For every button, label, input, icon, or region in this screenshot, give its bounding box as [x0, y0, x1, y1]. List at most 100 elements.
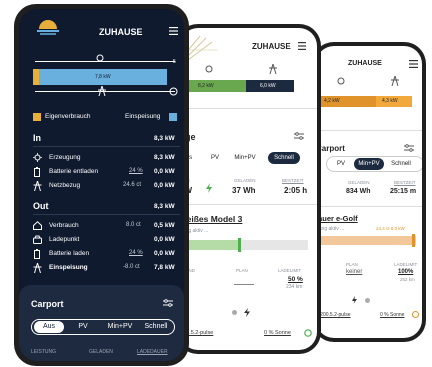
back-col-bestzeit[interactable]: BESTZEIT: [394, 180, 416, 185]
mid-car-name[interactable]: weißes Model 3: [180, 214, 242, 224]
front-screen: ZUHAUSE 5 7,8 kW Eigenverbrauch Einspeis…: [19, 9, 184, 361]
back-ladelimit-value[interactable]: 100%: [398, 269, 413, 275]
hamburger-icon[interactable]: [409, 60, 418, 68]
back-footer-link[interactable]: 3.200.5.2-pulse: [316, 312, 350, 318]
back-car-name[interactable]: lauer e-Golf: [316, 214, 358, 223]
back-route: 24.4 ct 0.0 kW: [376, 226, 405, 231]
front-out-value-0: 0,5 kW: [154, 222, 175, 229]
back-progress-track: [316, 236, 416, 245]
house-icon: [33, 221, 42, 230]
back-geladen-value: 834 Wh: [346, 188, 371, 195]
tower-icon: [33, 181, 42, 191]
sun-icon: [304, 329, 312, 337]
back-title: ZUHAUSE: [348, 60, 382, 67]
back-mode-minpv[interactable]: Min+PV: [354, 158, 384, 170]
front-out-value-1: 0,0 kW: [154, 236, 175, 243]
front-in-value-0: 8,3 kW: [154, 154, 175, 161]
front-out-price-3: -8.0 ct: [123, 264, 140, 270]
sun-icon: [33, 153, 42, 162]
tower-icon: [33, 263, 42, 273]
mid-mode-minpv[interactable]: Min+PV: [230, 152, 260, 164]
back-bestzeit-value: 25:15 m: [390, 188, 417, 195]
front-col-leistung: LEISTUNG: [31, 349, 57, 355]
sun-icon: [205, 65, 213, 73]
front-out-price-0: 8.0 ct: [126, 222, 141, 228]
front-in-label-1: Batterie entladen: [49, 168, 99, 175]
pager-dot[interactable]: [365, 298, 370, 303]
front-card-title: Carport: [31, 299, 64, 309]
back-km: 252 km: [400, 277, 415, 282]
back-mode-pv[interactable]: PV: [330, 158, 352, 170]
front-out-title: Out: [33, 201, 49, 211]
back-footer-sun[interactable]: 0 % Sonne: [380, 312, 404, 318]
phone-mid: ZUHAUSE 8,2 kW 6,0 kW age us PV Min+PV S…: [176, 24, 321, 354]
back-col-ladelimit: LADELIMIT: [394, 262, 418, 267]
mid-progress-marker: [238, 238, 241, 252]
mid-geladen-value: 37 Wh: [232, 186, 256, 195]
mid-screen: ZUHAUSE 8,2 kW 6,0 kW age us PV Min+PV S…: [180, 28, 317, 350]
front-legend-self: Eigenverbrauch: [45, 113, 91, 120]
hamburger-icon[interactable]: [298, 42, 306, 50]
sun-icon: [337, 77, 345, 85]
front-out-price-2[interactable]: 24 %: [129, 250, 143, 256]
front-in-price-1[interactable]: 24 %: [129, 168, 143, 174]
tower-icon: [98, 86, 106, 96]
front-out-total: 8,3 kW: [154, 203, 175, 210]
sun-icon: [96, 54, 104, 62]
pager-dot[interactable]: [232, 310, 237, 315]
mid-power-bar-left: [184, 80, 246, 92]
car-icon: [169, 87, 178, 96]
back-bar-left-value: 4,2 kW: [324, 98, 340, 104]
back-col-geladen: GELADEN: [348, 180, 370, 185]
front-col-geladen: GELADEN: [89, 349, 113, 355]
sunrise-logo-icon: [37, 20, 59, 35]
front-in-value-2: 0,0 kW: [154, 182, 175, 189]
front-out-value-3: 7,8 kW: [154, 264, 175, 271]
back-screen: ZUHAUSE 4,2 kW 4,3 kW Carport PV Min+PV …: [316, 46, 422, 338]
charging-point-icon: [33, 235, 42, 244]
hamburger-icon[interactable]: [169, 27, 178, 35]
front-legend-self-swatch: [33, 113, 41, 121]
mid-bar-right-value: 6,0 kW: [260, 83, 276, 89]
front-bracket-right: 5: [173, 59, 176, 65]
front-mode-pv[interactable]: PV: [71, 321, 95, 333]
back-mode-schnell[interactable]: Schnell: [386, 158, 416, 170]
front-legend-feed-swatch: [169, 113, 177, 121]
front-mode-schnell[interactable]: Schnell: [141, 321, 171, 333]
mid-plan-underline[interactable]: [234, 284, 254, 285]
settings-icon[interactable]: [163, 299, 173, 307]
settings-icon[interactable]: [404, 144, 414, 152]
front-mode-minpv[interactable]: Min+PV: [103, 321, 137, 333]
front-in-label-0: Erzeugung: [49, 154, 81, 161]
settings-icon[interactable]: [294, 132, 304, 140]
mid-mode-pv[interactable]: PV: [206, 152, 224, 164]
mid-bestzeit-value: 2:05 h: [284, 186, 308, 195]
battery-icon: [34, 167, 40, 177]
lightning-icon: [206, 183, 212, 193]
phone-front: ZUHAUSE 5 7,8 kW Eigenverbrauch Einspeis…: [14, 4, 189, 366]
front-in-title: In: [33, 133, 41, 143]
mid-col-geladen: GELADEN: [234, 178, 256, 183]
front-out-label-0: Verbrauch: [49, 222, 79, 229]
mid-col-bestzeit[interactable]: BESTZEIT: [282, 178, 304, 183]
mid-mode-schnell[interactable]: Schnell: [268, 152, 300, 164]
front-out-label-2: Batterie laden: [49, 250, 90, 257]
lightning-icon: [352, 296, 357, 304]
mid-footer-sun[interactable]: 0 % Sonne: [264, 330, 291, 336]
battery-icon: [34, 249, 40, 259]
back-plan-value[interactable]: keiner: [346, 269, 362, 275]
front-in-price-2: 24.6 ct: [123, 182, 142, 188]
sun-icon: [412, 311, 419, 318]
mid-ladelimit-value[interactable]: 50 %: [288, 276, 303, 283]
front-top-bracket: [35, 61, 175, 62]
front-legend-feed: Einspeisung: [125, 113, 161, 120]
mid-col-plan: PLAN: [236, 268, 248, 273]
back-progress-fill: [412, 234, 415, 247]
front-mode-aus[interactable]: Aus: [34, 321, 64, 333]
phone-back: ZUHAUSE 4,2 kW 4,3 kW Carport PV Min+PV …: [312, 42, 426, 342]
front-col-ladedauer[interactable]: LADEDAUER: [137, 349, 168, 355]
front-bar-value: 7,8 kW: [95, 74, 111, 80]
front-in-total: 8,3 kW: [154, 135, 175, 142]
mid-km-value: 234 km: [286, 284, 303, 290]
front-out-value-2: 0,0 kW: [154, 250, 175, 257]
